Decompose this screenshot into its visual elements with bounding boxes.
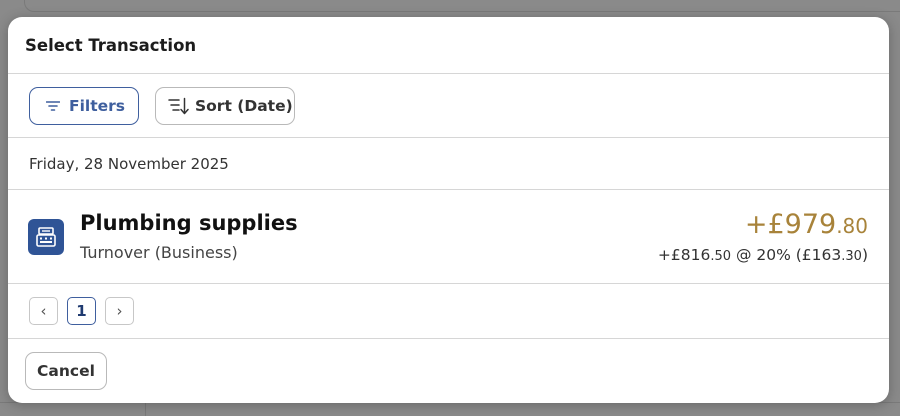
cancel-button-label: Cancel bbox=[37, 361, 95, 380]
transaction-row[interactable]: Plumbing supplies Turnover (Business) +£… bbox=[8, 190, 889, 284]
sort-button-label: Sort (Date) bbox=[195, 96, 293, 115]
background-footer-edge bbox=[0, 402, 900, 416]
previous-page-button[interactable]: ‹ bbox=[29, 297, 58, 325]
transaction-category: Turnover (Business) bbox=[80, 243, 238, 262]
dialog-header: Select Transaction bbox=[8, 17, 889, 74]
vat-close: ) bbox=[861, 246, 868, 264]
date-group-heading: Friday, 28 November 2025 bbox=[8, 138, 889, 190]
pagination: ‹ 1 › bbox=[8, 284, 889, 339]
sort-descending-icon bbox=[168, 97, 190, 115]
cash-register-icon bbox=[28, 218, 64, 255]
sort-button[interactable]: Sort (Date) bbox=[155, 86, 295, 125]
transaction-title: Plumbing supplies bbox=[80, 211, 298, 235]
transaction-amounts: +£979.80 +£816.50 @ 20% (£163.30) bbox=[658, 209, 868, 264]
net-minor: .50 bbox=[710, 249, 732, 264]
chevron-right-icon: › bbox=[116, 302, 123, 320]
background-panel-edge bbox=[24, 0, 900, 12]
vat-text: @ 20% (£163 bbox=[731, 246, 842, 264]
select-transaction-dialog: Select Transaction Filters Sort (Date) F… bbox=[8, 17, 889, 403]
transaction-details: Plumbing supplies Turnover (Business) bbox=[80, 211, 658, 262]
vat-breakdown: +£816.50 @ 20% (£163.30) bbox=[658, 246, 868, 264]
page-1-button[interactable]: 1 bbox=[67, 297, 96, 325]
chevron-left-icon: ‹ bbox=[40, 302, 47, 320]
filters-button-label: Filters bbox=[69, 96, 126, 115]
dialog-toolbar: Filters Sort (Date) bbox=[8, 74, 889, 138]
current-page-number: 1 bbox=[76, 302, 87, 320]
filters-button[interactable]: Filters bbox=[29, 86, 139, 125]
amount-major: +£979 bbox=[744, 209, 837, 240]
dialog-title: Select Transaction bbox=[25, 35, 197, 55]
next-page-button[interactable]: › bbox=[105, 297, 134, 325]
date-heading-text: Friday, 28 November 2025 bbox=[29, 154, 229, 173]
filter-icon bbox=[46, 100, 60, 112]
vat-minor: .30 bbox=[841, 249, 862, 264]
amount-minor: .80 bbox=[836, 214, 868, 238]
dialog-footer: Cancel bbox=[8, 339, 889, 402]
cancel-button[interactable]: Cancel bbox=[25, 351, 107, 390]
net-major: +£816 bbox=[657, 246, 711, 264]
transaction-amount: +£979.80 bbox=[745, 209, 868, 240]
